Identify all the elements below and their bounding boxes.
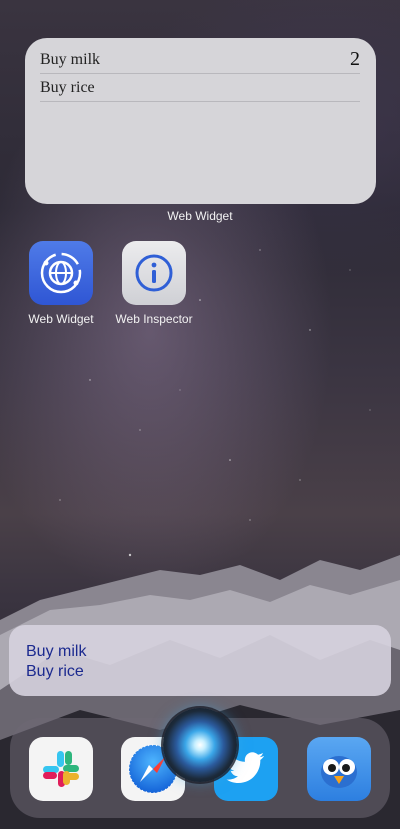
web-widget[interactable]: Buy milk 2 Buy rice [25, 38, 376, 204]
widget-list-item[interactable]: Buy milk 2 [40, 46, 360, 74]
siri-snippet[interactable]: Buy milk Buy rice [9, 625, 391, 696]
app-label: Web Widget [28, 312, 94, 326]
snippet-line: Buy milk [26, 643, 87, 660]
app-label: Web Inspector [115, 312, 193, 326]
widget-item-text: Buy milk [40, 50, 101, 68]
tweetbot-icon[interactable] [307, 737, 371, 801]
slack-icon[interactable] [29, 737, 93, 801]
globe-icon [29, 241, 93, 305]
widget-list-item[interactable]: Buy rice [40, 74, 360, 102]
widget-item-count: 2 [350, 48, 360, 70]
siri-orb-icon[interactable] [163, 708, 237, 782]
widget-caption: Web Widget [167, 209, 233, 223]
widget-item-text: Buy rice [40, 78, 95, 96]
app-web-inspector[interactable]: Web Inspector [114, 241, 194, 326]
snippet-line: Buy rice [26, 663, 84, 680]
info-icon [122, 241, 186, 305]
app-web-widget[interactable]: Web Widget [21, 241, 101, 326]
